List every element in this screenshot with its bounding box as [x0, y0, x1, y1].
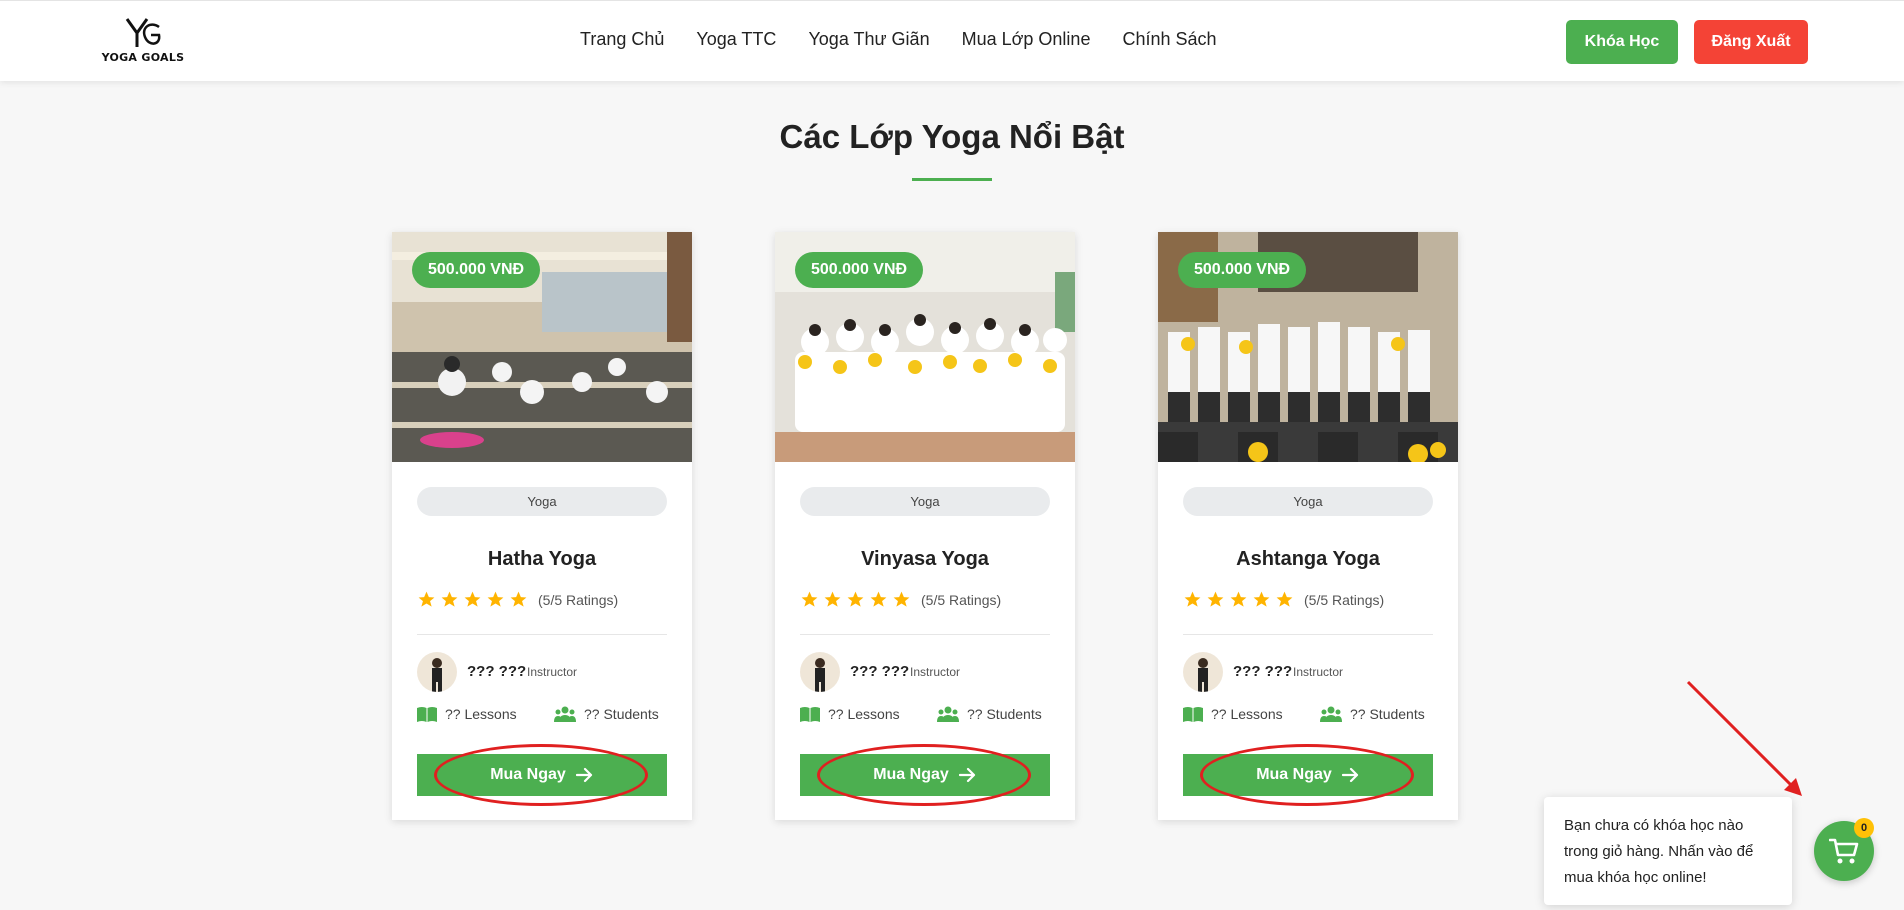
lessons-text: ?? Lessons: [1211, 706, 1283, 722]
cart-icon: [1829, 838, 1859, 864]
category-tag[interactable]: Yoga: [800, 487, 1050, 516]
buy-now-button[interactable]: Mua Ngay: [800, 754, 1050, 796]
book-icon: [1183, 707, 1203, 722]
price-badge: 500.000 VNĐ: [795, 252, 924, 288]
category-tag[interactable]: Yoga: [417, 487, 667, 516]
course-title[interactable]: Hatha Yoga: [392, 548, 692, 571]
nav-item-home[interactable]: Trang Chủ: [580, 29, 664, 50]
arrow-right-icon: [958, 767, 975, 783]
lessons-count: ?? Lessons: [1183, 706, 1283, 722]
annotation-arrow: [1686, 680, 1802, 796]
price-badge: 500.000 VNĐ: [1178, 252, 1307, 288]
students-count: ?? Students: [937, 706, 1042, 722]
star-icon: [801, 591, 818, 607]
star-icon: [1184, 591, 1201, 607]
price-badge: 500.000 VNĐ: [412, 252, 541, 288]
category-tag[interactable]: Yoga: [1183, 487, 1433, 516]
nav-item-buy-online[interactable]: Mua Lớp Online: [962, 29, 1091, 50]
lessons-count: ?? Lessons: [800, 706, 900, 722]
instructor-name: ??? ???: [1233, 663, 1293, 680]
site-logo[interactable]: YOGA GOALS: [95, 17, 191, 67]
book-icon: [417, 707, 437, 722]
instructor-avatar: [800, 652, 840, 692]
star-icon: [870, 591, 887, 607]
star-icon: [464, 591, 481, 607]
students-count: ?? Students: [554, 706, 659, 722]
section-title: Các Lớp Yoga Nổi Bật: [779, 118, 1125, 155]
instructor-avatar: [1183, 652, 1223, 692]
buy-now-label: Mua Ngay: [873, 766, 949, 783]
arrow-right-icon: [1341, 767, 1358, 783]
arrow-right-icon: [575, 767, 592, 783]
users-icon: [1320, 706, 1342, 722]
course-title[interactable]: Vinyasa Yoga: [775, 548, 1075, 571]
logo-text: YOGA GOALS: [101, 51, 185, 64]
star-icon: [824, 591, 841, 607]
courses-button[interactable]: Khóa Học: [1566, 20, 1678, 64]
cart-count-badge: 0: [1854, 818, 1874, 838]
lessons-text: ?? Lessons: [445, 706, 517, 722]
star-icon: [1276, 591, 1293, 607]
course-card-vinyasa: 500.000 VNĐ Yoga Vinyasa Yoga (5/5 Ratin…: [775, 232, 1075, 820]
course-title[interactable]: Ashtanga Yoga: [1158, 548, 1458, 571]
buy-now-label: Mua Ngay: [1256, 766, 1332, 783]
rating-text: (5/5 Ratings): [1304, 591, 1385, 608]
users-icon: [554, 706, 576, 722]
rating-text: (5/5 Ratings): [538, 591, 619, 608]
logout-button[interactable]: Đăng Xuất: [1694, 20, 1808, 64]
logo-mark-icon: [125, 18, 161, 47]
instructor-role: Instructor: [1293, 665, 1344, 679]
instructor-name: ??? ???: [467, 663, 527, 680]
lessons-count: ?? Lessons: [417, 706, 517, 722]
users-icon: [937, 706, 959, 722]
star-icon: [418, 591, 435, 607]
main-nav: Trang Chủ Yoga TTC Yoga Thư Giãn Mua Lớp…: [580, 29, 1217, 50]
site-header: YOGA GOALS Trang Chủ Yoga TTC Yoga Thư G…: [0, 0, 1904, 81]
buy-now-button[interactable]: Mua Ngay: [1183, 754, 1433, 796]
course-image[interactable]: 500.000 VNĐ: [1158, 232, 1458, 462]
star-icon: [847, 591, 864, 607]
lessons-text: ?? Lessons: [828, 706, 900, 722]
star-icon: [487, 591, 504, 607]
rating: (5/5 Ratings): [1183, 590, 1384, 609]
course-card-hatha: 500.000 VNĐ Yoga Hatha Yoga (5/5 Ratings…: [392, 232, 692, 820]
cart-tooltip: Bạn chưa có khóa học nào trong giỏ hàng.…: [1544, 797, 1792, 905]
students-count: ?? Students: [1320, 706, 1425, 722]
rating: (5/5 Ratings): [417, 590, 618, 609]
instructor-name: ??? ???: [850, 663, 910, 680]
rating-text: (5/5 Ratings): [921, 591, 1002, 608]
instructor-avatar: [417, 652, 457, 692]
divider: [800, 634, 1050, 635]
nav-item-policy[interactable]: Chính Sách: [1122, 29, 1216, 50]
buy-now-label: Mua Ngay: [490, 766, 566, 783]
course-image[interactable]: 500.000 VNĐ: [392, 232, 692, 462]
star-icon: [1230, 591, 1247, 607]
students-text: ?? Students: [1350, 706, 1425, 722]
divider: [417, 634, 667, 635]
instructor-role: Instructor: [527, 665, 578, 679]
divider: [1183, 634, 1433, 635]
star-icon: [441, 591, 458, 607]
buy-now-button[interactable]: Mua Ngay: [417, 754, 667, 796]
star-icon: [893, 591, 910, 607]
nav-item-yoga-relax[interactable]: Yoga Thư Giãn: [808, 29, 929, 50]
rating: (5/5 Ratings): [800, 590, 1001, 609]
book-icon: [800, 707, 820, 722]
star-icon: [510, 591, 527, 607]
students-text: ?? Students: [967, 706, 1042, 722]
title-underline: [912, 178, 992, 181]
instructor-role: Instructor: [910, 665, 961, 679]
star-icon: [1207, 591, 1224, 607]
course-image[interactable]: 500.000 VNĐ: [775, 232, 1075, 462]
star-icon: [1253, 591, 1270, 607]
nav-item-yoga-ttc[interactable]: Yoga TTC: [696, 29, 776, 50]
course-card-ashtanga: 500.000 VNĐ Yoga Ashtanga Yoga (5/5 Rati…: [1158, 232, 1458, 820]
students-text: ?? Students: [584, 706, 659, 722]
